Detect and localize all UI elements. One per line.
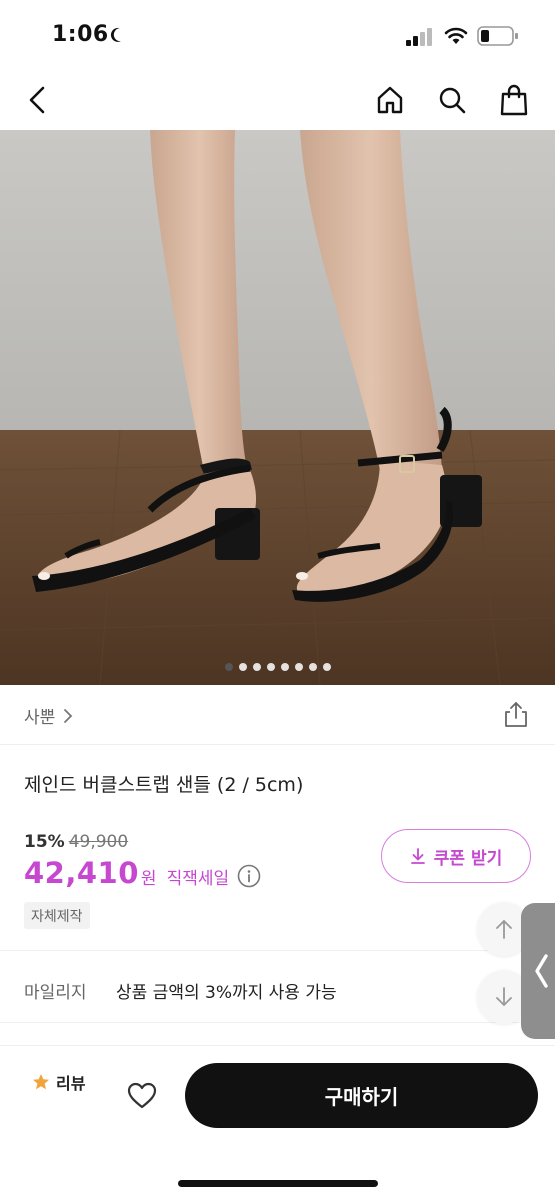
divider	[0, 950, 555, 951]
product-title: 제인드 버클스트랩 샌들 (2 / 5cm)	[24, 774, 304, 796]
mileage-row: 마일리지 상품 금액의 3%까지 사용 가능	[24, 978, 337, 1003]
product-tag: 자체제작	[24, 902, 90, 929]
gallery-dot[interactable]	[308, 663, 317, 671]
brand-row: 사뿐	[0, 685, 555, 745]
coupon-label: 쿠폰 받기	[433, 848, 503, 869]
original-price: 49,900	[68, 832, 129, 852]
back-button[interactable]	[14, 70, 62, 130]
side-panel-handle[interactable]	[521, 903, 555, 1039]
signal-icon	[406, 28, 432, 46]
price-row: 42,410 원 직잭세일	[24, 856, 261, 890]
home-icon	[377, 86, 403, 114]
home-indicator	[178, 1180, 378, 1187]
gallery-dot[interactable]	[294, 663, 303, 671]
top-nav	[0, 70, 555, 130]
arrow-up-icon	[496, 920, 512, 939]
wifi-icon	[444, 27, 468, 44]
gallery-dot[interactable]	[280, 663, 289, 671]
product-photo	[0, 130, 555, 685]
divider	[0, 1022, 555, 1023]
buy-button[interactable]: 구매하기	[185, 1063, 538, 1128]
star-icon	[33, 1074, 49, 1090]
brand-name: 사뿐	[24, 708, 56, 728]
download-icon	[410, 848, 425, 864]
brand-link[interactable]: 사뿐	[24, 703, 73, 728]
cart-button[interactable]	[490, 70, 538, 130]
gallery-dot[interactable]	[266, 663, 275, 671]
currency-unit: 원	[140, 868, 157, 889]
wishlist-button[interactable]	[122, 1076, 162, 1116]
battery-icon	[477, 26, 518, 46]
home-button[interactable]	[366, 70, 414, 130]
share-icon[interactable]	[501, 699, 531, 729]
gallery-dot[interactable]	[322, 663, 331, 671]
arrow-down-icon	[496, 987, 512, 1006]
chevron-right-icon	[64, 708, 73, 723]
moon-icon	[110, 27, 121, 42]
sale-type: 직잭세일	[166, 868, 230, 889]
gallery-pagination	[0, 663, 555, 671]
mileage-label: 마일리지	[24, 983, 87, 1003]
discount-percent: 15%	[24, 832, 65, 852]
sale-price: 42,410	[24, 856, 139, 890]
status-bar: 1:06	[0, 0, 555, 70]
discount-row: 15% 49,900	[24, 832, 128, 852]
product-image-gallery[interactable]	[0, 130, 555, 685]
info-icon[interactable]	[237, 864, 261, 888]
chevron-left-icon	[535, 954, 548, 988]
status-time: 1:06	[52, 22, 109, 47]
gallery-dot[interactable]	[238, 663, 247, 671]
gallery-dot[interactable]	[224, 663, 233, 671]
coupon-download-button[interactable]: 쿠폰 받기	[381, 829, 531, 883]
review-button[interactable]: 리뷰	[32, 1070, 85, 1094]
heart-icon	[127, 1082, 157, 1109]
shopping-bag-icon	[500, 84, 528, 116]
review-label: 리뷰	[56, 1074, 86, 1093]
back-icon	[29, 86, 45, 114]
search-button[interactable]	[428, 70, 476, 130]
bottom-action-bar: 리뷰 구매하기	[0, 1045, 555, 1200]
search-icon	[439, 87, 466, 114]
gallery-dot[interactable]	[252, 663, 261, 671]
mileage-description: 상품 금액의 3%까지 사용 가능	[116, 983, 337, 1003]
